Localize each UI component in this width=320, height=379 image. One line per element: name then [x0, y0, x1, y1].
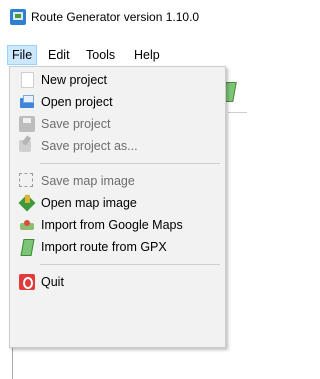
menu-item-label: Open project: [41, 95, 113, 109]
menu-item-label: Import route from GPX: [41, 240, 167, 254]
menu-help[interactable]: Help: [130, 46, 164, 64]
title-bar: Route Generator version 1.10.0: [0, 0, 247, 34]
menu-item-save-map-image: Save map image: [10, 170, 225, 192]
menu-item-import-gpx[interactable]: Import route from GPX: [10, 236, 225, 258]
menu-item-label: Save project as...: [41, 139, 138, 153]
save-icon: [19, 116, 35, 132]
file-menu-dropdown: New project Open project Save project Sa…: [9, 66, 226, 348]
gpx-icon: [20, 239, 35, 256]
menu-item-open-map-image[interactable]: Open map image: [10, 192, 225, 214]
quit-icon: [19, 274, 35, 290]
menu-item-save-project: Save project: [10, 113, 225, 135]
menu-item-label: Open map image: [41, 196, 137, 210]
menu-item-label: Save project: [41, 117, 111, 131]
menu-item-new-project[interactable]: New project: [10, 69, 225, 91]
open-map-image-icon: [19, 195, 35, 211]
menu-item-import-google-maps[interactable]: Import from Google Maps: [10, 214, 225, 236]
window-title: Route Generator version 1.10.0: [31, 10, 200, 24]
menu-separator: [40, 163, 220, 164]
new-document-icon: [21, 72, 34, 88]
menu-item-label: Quit: [41, 275, 64, 289]
menu-item-label: Save map image: [41, 174, 135, 188]
menu-item-label: Import from Google Maps: [41, 218, 183, 232]
google-maps-icon: [19, 217, 35, 233]
menu-item-quit[interactable]: Quit: [10, 271, 225, 293]
menu-item-label: New project: [41, 73, 107, 87]
save-as-icon: [19, 140, 31, 152]
save-map-image-icon: [19, 173, 33, 187]
menu-item-open-project[interactable]: Open project: [10, 91, 225, 113]
menu-bar: File Edit Tools Help: [0, 44, 247, 66]
toolbar-divider: [228, 112, 247, 113]
app-icon: [10, 9, 26, 25]
menu-edit[interactable]: Edit: [44, 46, 74, 64]
menu-tools[interactable]: Tools: [82, 46, 119, 64]
menu-file[interactable]: File: [7, 45, 38, 65]
menu-separator: [40, 264, 220, 265]
open-folder-icon: [19, 94, 35, 110]
menu-item-save-project-as: Save project as...: [10, 135, 225, 157]
